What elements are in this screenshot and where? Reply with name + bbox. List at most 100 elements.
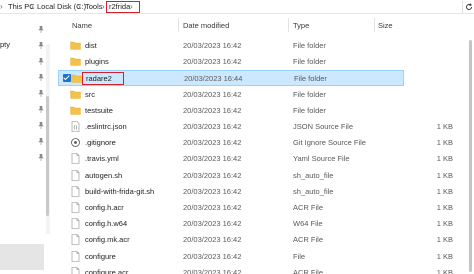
file-name[interactable]: dist	[85, 41, 97, 51]
file-size: 1 KB	[436, 171, 453, 180]
file-date-modified: 20/03/2023 16:42	[183, 90, 242, 99]
file-row[interactable]: radare2 20/03/2023 16:44 File folder	[58, 70, 404, 86]
file-type: ACR File	[293, 203, 324, 212]
file-date-modified: 20/03/2023 16:42	[183, 106, 242, 115]
file-type: File	[293, 252, 306, 261]
file-row[interactable]: .travis.yml 20/03/2023 16:42 Yaml Source F…	[52, 151, 474, 167]
pin-icon[interactable]	[38, 42, 44, 49]
pin-icon[interactable]	[38, 106, 44, 113]
folder-icon	[70, 56, 81, 67]
file-date-modified: 20/03/2023 16:42	[183, 41, 242, 50]
file-row[interactable]: testsuite 20/03/2023 16:42 File folder	[52, 103, 474, 119]
file-name[interactable]: configure	[85, 252, 116, 262]
file-size: 1 KB	[436, 154, 453, 163]
file-row[interactable]: {} .eslintrc.json 20/03/2023 16:42 JSON Sou…	[52, 119, 474, 135]
file-size: 1 KB	[436, 219, 453, 228]
file-size: 1 KB	[436, 235, 453, 244]
file-date-modified: 20/03/2023 16:42	[183, 122, 242, 131]
breadcrumb-separator: ›	[31, 2, 34, 11]
file-row[interactable]: config.h.acr 20/03/2023 16:42 ACR File 1 KB	[52, 200, 474, 216]
file-row[interactable]: src 20/03/2023 16:42 File folder	[52, 87, 474, 103]
file-size: 1 KB	[436, 203, 453, 212]
file-row[interactable]: build-with-frida-git.sh 20/03/2023 16:42 s…	[52, 184, 474, 200]
nav-selected-item[interactable]	[0, 244, 44, 270]
file-date-modified: 20/03/2023 16:42	[183, 235, 242, 244]
name-highlight-box	[82, 72, 124, 85]
file-date-modified: 20/03/2023 16:42	[183, 219, 242, 228]
file-date-modified: 20/03/2023 16:42	[183, 268, 242, 274]
pin-icon[interactable]	[38, 26, 44, 33]
column-header-name[interactable]: Name	[72, 21, 92, 30]
file-type: sh_auto_file	[293, 171, 334, 180]
breadcrumb-separator: ›	[102, 2, 105, 11]
file-icon	[70, 202, 81, 213]
refresh-icon	[466, 3, 472, 10]
file-name[interactable]: config.mk.acr	[85, 235, 130, 245]
file-type: File folder	[294, 74, 327, 83]
file-type: Yaml Source File	[293, 154, 350, 163]
file-name[interactable]: src	[85, 90, 95, 100]
file-name[interactable]: autogen.sh	[85, 171, 122, 181]
current-folder-highlight	[106, 1, 140, 13]
nav-item-label[interactable]: pty	[0, 40, 10, 49]
file-list-scrollbar-thumb[interactable]	[469, 40, 472, 272]
file-row[interactable]: autogen.sh 20/03/2023 16:42 sh_auto_file 1 …	[52, 168, 474, 184]
pin-icon[interactable]	[38, 90, 44, 97]
file-row[interactable]: configure.acr 20/03/2023 16:42 ACR File 1 K…	[52, 265, 474, 274]
file-date-modified: 20/03/2023 16:42	[183, 203, 242, 212]
folder-icon	[70, 40, 81, 51]
pin-icon[interactable]	[38, 122, 44, 129]
pin-icon[interactable]	[38, 138, 44, 145]
file-date-modified: 20/03/2023 16:42	[183, 187, 242, 196]
breadcrumb-item-tools[interactable]: Tools	[85, 2, 103, 12]
file-row[interactable]: configure 20/03/2023 16:42 File 1 KB	[52, 249, 474, 265]
file-row[interactable]: dist 20/03/2023 16:42 File folder	[52, 38, 474, 54]
pin-icon[interactable]	[38, 58, 44, 65]
file-type: ACR File	[293, 235, 324, 244]
file-row[interactable]: .gitignore 20/03/2023 16:42 Git Ignore Sou…	[52, 135, 474, 151]
folder-icon	[70, 89, 81, 100]
column-divider[interactable]	[288, 18, 289, 32]
file-date-modified: 20/03/2023 16:42	[183, 154, 242, 163]
file-type: W64 File	[293, 219, 323, 228]
file-name[interactable]: build-with-frida-git.sh	[85, 187, 154, 197]
file-name[interactable]: config.h.acr	[85, 203, 124, 213]
json-file-icon: {}	[70, 121, 81, 132]
file-name[interactable]: testsuite	[85, 106, 113, 116]
column-header-type[interactable]: Type	[293, 21, 309, 30]
file-date-modified: 20/03/2023 16:42	[183, 138, 242, 147]
column-header-size[interactable]: Size	[378, 21, 393, 30]
file-icon	[70, 153, 81, 164]
file-type: File folder	[293, 41, 326, 50]
file-name[interactable]: .eslintrc.json	[85, 122, 127, 132]
column-divider[interactable]	[374, 18, 375, 32]
folder-icon	[71, 73, 82, 84]
file-size: 1 KB	[436, 268, 453, 274]
file-date-modified: 20/03/2023 16:42	[183, 171, 242, 180]
row-checkbox[interactable]	[63, 74, 71, 82]
file-row[interactable]: plugins 20/03/2023 16:42 File folder	[52, 54, 474, 70]
pin-icon[interactable]	[38, 74, 44, 81]
column-divider[interactable]	[178, 18, 179, 32]
file-size: 1 KB	[436, 187, 453, 196]
file-name[interactable]: .gitignore	[85, 138, 116, 148]
refresh-button[interactable]	[462, 1, 473, 13]
file-icon	[70, 251, 81, 262]
file-name[interactable]: plugins	[85, 57, 109, 67]
address-bar[interactable]: › This PC › Local Disk (C:) › Tools › r2…	[0, 0, 474, 14]
file-icon	[70, 186, 81, 197]
file-name[interactable]: .travis.yml	[85, 154, 119, 164]
breadcrumb-separator: ›	[78, 2, 81, 11]
nav-scrollbar-thumb[interactable]	[46, 96, 49, 216]
navigation-pane: pty	[0, 14, 52, 274]
file-type: File folder	[293, 90, 326, 99]
file-row[interactable]: config.h.w64 20/03/2023 16:42 W64 File 1 KB	[52, 216, 474, 232]
file-name[interactable]: configure.acr	[85, 268, 128, 274]
column-header-date[interactable]: Date modified	[183, 21, 229, 30]
file-icon	[70, 218, 81, 229]
file-name[interactable]: config.h.w64	[85, 219, 127, 229]
file-row[interactable]: config.mk.acr 20/03/2023 16:42 ACR File 1 K…	[52, 232, 474, 248]
pin-icon[interactable]	[38, 154, 44, 161]
file-type: sh_auto_file	[293, 187, 334, 196]
folder-icon	[70, 105, 81, 116]
